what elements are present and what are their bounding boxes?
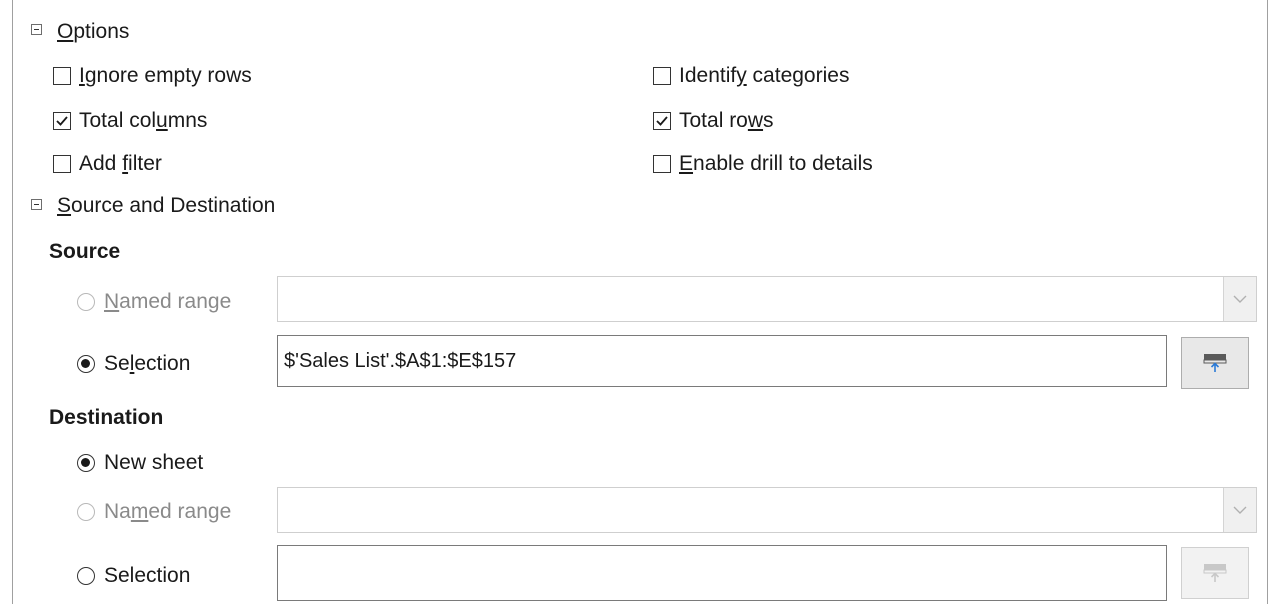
checkbox-box[interactable] — [653, 112, 671, 130]
checkbox-label: Total rows — [679, 109, 774, 132]
destination-named-range-radio[interactable]: Named range — [77, 500, 231, 524]
source-shrink-button[interactable] — [1181, 337, 1249, 389]
destination-new-sheet-radio[interactable]: New sheet — [77, 451, 203, 475]
shrink-dialog-icon — [1203, 354, 1227, 372]
options-header[interactable]: Options — [57, 20, 129, 44]
checkbox-identify-categories[interactable]: Identify categories — [653, 64, 849, 88]
destination-title: Destination — [49, 406, 164, 429]
checkbox-box[interactable] — [53, 155, 71, 173]
checkbox-total-columns[interactable]: Total columns — [53, 109, 207, 133]
source-title: Source — [49, 240, 121, 263]
radio-button[interactable] — [77, 567, 95, 585]
input-value: $'Sales List'.$A$1:$E$157 — [284, 349, 517, 372]
shrink-dialog-icon — [1203, 564, 1227, 582]
radio-label: Selection — [104, 564, 191, 587]
checkbox-label: Ignore empty rows — [79, 64, 252, 87]
radio-label: Named range — [104, 500, 232, 523]
destination-shrink-button[interactable] — [1181, 547, 1249, 599]
checkbox-box[interactable] — [53, 67, 71, 85]
checkbox-label: Total columns — [79, 109, 208, 132]
checkbox-add-filter[interactable]: Add filter — [53, 152, 162, 176]
radio-button[interactable] — [77, 293, 95, 311]
source-selection-input[interactable]: $'Sales List'.$A$1:$E$157 — [277, 335, 1167, 387]
checkbox-total-rows[interactable]: Total rows — [653, 109, 774, 133]
source-named-range-dropdown[interactable] — [277, 276, 1257, 322]
radio-label: New sheet — [104, 451, 204, 474]
radio-button[interactable] — [77, 454, 95, 472]
checkbox-label: Enable drill to details — [679, 152, 873, 175]
source-named-range-radio[interactable]: Named range — [77, 290, 231, 314]
source-dest-collapse-icon[interactable] — [31, 199, 42, 210]
radio-button[interactable] — [77, 355, 95, 373]
radio-button[interactable] — [77, 503, 95, 521]
checkbox-box[interactable] — [53, 112, 71, 130]
radio-label: Named range — [104, 290, 232, 313]
dialog-panel: Options Ignore empty rows Identify categ… — [12, 0, 1268, 604]
options-collapse-icon[interactable] — [31, 24, 42, 35]
chevron-down-icon[interactable] — [1223, 488, 1256, 532]
checkbox-label: Identify categories — [679, 64, 850, 87]
checkbox-label: Add filter — [79, 152, 162, 175]
check-icon — [656, 116, 668, 126]
checkbox-enable-drill[interactable]: Enable drill to details — [653, 152, 873, 176]
check-icon — [56, 116, 68, 126]
source-selection-radio[interactable]: Selection — [77, 352, 190, 376]
destination-selection-radio[interactable]: Selection — [77, 564, 190, 588]
destination-selection-input[interactable] — [277, 545, 1167, 601]
checkbox-ignore-empty-rows[interactable]: Ignore empty rows — [53, 64, 252, 88]
checkbox-box[interactable] — [653, 67, 671, 85]
options-header-rest: ptions — [73, 20, 130, 43]
source-dest-header[interactable]: Source and Destination — [57, 194, 275, 218]
destination-named-range-dropdown[interactable] — [277, 487, 1257, 533]
checkbox-box[interactable] — [653, 155, 671, 173]
radio-label: Selection — [104, 352, 191, 375]
chevron-down-icon[interactable] — [1223, 277, 1256, 321]
